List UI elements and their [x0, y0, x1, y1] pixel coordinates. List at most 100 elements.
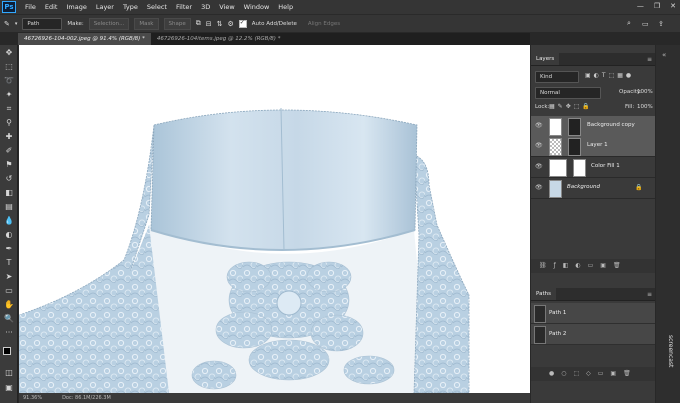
quick-select-tool-icon[interactable]: ✦ — [3, 89, 15, 100]
path-thumbnail — [534, 305, 546, 323]
pen-tool-icon[interactable]: ✎ — [4, 20, 10, 28]
filter-icons[interactable]: ▣◐T⬚▦● — [585, 72, 634, 79]
layer-thumbnail — [549, 180, 562, 198]
window-controls: — ❐ ✕ — [637, 2, 676, 10]
screen-mode-icon[interactable]: ▣ — [3, 382, 15, 393]
opacity-value[interactable]: 100% — [637, 89, 653, 95]
layers-panel-header: Layers ≡ — [531, 53, 655, 66]
menu-file[interactable]: File — [25, 3, 36, 11]
close-icon[interactable]: ✕ — [670, 2, 676, 10]
layer-filter-select[interactable]: Kind — [535, 71, 579, 83]
path-row[interactable]: Path 1 — [531, 303, 655, 324]
panel-menu-icon[interactable]: ≡ — [647, 56, 652, 63]
hand-tool-icon[interactable]: ✋ — [3, 299, 15, 310]
menu-type[interactable]: Type — [123, 3, 138, 11]
menu-layer[interactable]: Layer — [96, 3, 114, 11]
tab-layers[interactable]: Layers — [531, 53, 560, 65]
menu-image[interactable]: Image — [66, 3, 86, 11]
fill-value[interactable]: 100% — [637, 104, 653, 110]
document-size: Doc: 86.1M/226.3M — [62, 395, 111, 401]
brush-tool-icon[interactable]: ✐ — [3, 145, 15, 156]
move-tool-icon[interactable]: ✥ — [3, 47, 15, 58]
share-icon[interactable]: ⇪ — [658, 20, 664, 28]
fill-label: Fill: — [625, 104, 635, 110]
zoom-level[interactable]: 91.36% — [23, 395, 42, 401]
menu-select[interactable]: Select — [147, 3, 167, 11]
more-tools-icon[interactable]: ··· — [3, 327, 15, 338]
layer-row[interactable]: 👁 Background 🔒 — [531, 178, 655, 199]
layers-footer[interactable]: ⛓ƒ◧◐▭▣🗑 — [531, 259, 655, 273]
watermark-logo: screencast — [667, 335, 674, 368]
eraser-tool-icon[interactable]: ◧ — [3, 187, 15, 198]
path-selection-tool-icon[interactable]: ➤ — [3, 271, 15, 282]
tab-document-2[interactable]: 46726926-104items.jpeg @ 12.2% (RGB/8) * — [151, 33, 287, 45]
tools-panel: ✥ ⬚ ➰ ✦ ⌗ ⚲ ✚ ✐ ⚑ ↺ ◧ ▤ 💧 ◐ ✒ T ➤ ▭ ✋ 🔍 … — [0, 45, 18, 403]
menu-view[interactable]: View — [219, 3, 234, 11]
make-mask-button[interactable]: Mask — [134, 17, 159, 30]
menu-edit[interactable]: Edit — [45, 3, 58, 11]
zoom-tool-icon[interactable]: 🔍 — [3, 313, 15, 324]
restore-icon[interactable]: ❐ — [654, 2, 660, 10]
chevron-down-icon[interactable]: ▾ — [15, 21, 18, 27]
menu-help[interactable]: Help — [278, 3, 293, 11]
eyedropper-tool-icon[interactable]: ⚲ — [3, 117, 15, 128]
history-brush-tool-icon[interactable]: ↺ — [3, 173, 15, 184]
clone-stamp-tool-icon[interactable]: ⚑ — [3, 159, 15, 170]
eye-icon[interactable]: 👁 — [535, 142, 543, 149]
foreground-color-swatch[interactable] — [3, 347, 11, 355]
marquee-tool-icon[interactable]: ⬚ — [3, 61, 15, 72]
healing-brush-tool-icon[interactable]: ✚ — [3, 131, 15, 142]
eye-icon[interactable]: 👁 — [535, 163, 543, 170]
paths-footer[interactable]: ●○⬚◇▭▣🗑 — [531, 367, 655, 381]
crop-tool-icon[interactable]: ⌗ — [3, 103, 15, 114]
layer-name: Background — [567, 184, 600, 190]
path-operations-icon[interactable]: ⧉ — [196, 19, 201, 28]
rectangle-tool-icon[interactable]: ▭ — [3, 285, 15, 296]
tab-document-1[interactable]: 46726926-104-002.jpeg @ 91.4% (RGB/8) * — [18, 33, 151, 45]
layer-row[interactable]: 👁 Color Fill 1 — [531, 157, 655, 178]
lasso-tool-icon[interactable]: ➰ — [3, 75, 15, 86]
eye-icon[interactable]: 👁 — [535, 184, 543, 191]
workspace-icon[interactable]: ▭ — [642, 20, 649, 28]
path-name: Path 1 — [549, 310, 567, 316]
lock-icons[interactable]: ▦✎✥⬚🔒 — [549, 103, 593, 110]
collapse-icon[interactable]: « — [662, 51, 666, 59]
make-selection-button[interactable]: Selection... — [88, 17, 130, 30]
blend-mode: Normal — [535, 87, 601, 99]
layer-mask-thumbnail — [568, 118, 581, 136]
layer-name: Layer 1 — [587, 142, 608, 148]
eye-icon[interactable]: 👁 — [535, 122, 543, 129]
auto-add-delete-checkbox[interactable] — [238, 19, 247, 28]
layer-thumbnail — [549, 118, 562, 136]
panel-menu-icon[interactable]: ≡ — [647, 291, 652, 298]
blur-tool-icon[interactable]: 💧 — [3, 215, 15, 226]
align-edges-option[interactable]: Align Edges — [308, 21, 340, 27]
layer-row[interactable]: 👁 Layer 1 — [531, 136, 655, 157]
path-row[interactable]: Path 2 — [531, 324, 655, 345]
menu-3d[interactable]: 3D — [201, 3, 210, 11]
type-tool-icon[interactable]: T — [3, 257, 15, 268]
blend-mode-select[interactable]: Normal — [535, 87, 601, 99]
pen-tool-icon[interactable]: ✒ — [3, 243, 15, 254]
dodge-tool-icon[interactable]: ◐ — [3, 229, 15, 240]
minimize-icon[interactable]: — — [637, 2, 644, 10]
path-alignment-icon[interactable]: ⊟ — [206, 20, 212, 28]
status-bar: 91.36% Doc: 86.1M/226.3M — [19, 393, 530, 403]
layer-mask-thumbnail — [568, 138, 581, 156]
menu-filter[interactable]: Filter — [176, 3, 192, 11]
quick-mask-icon[interactable]: ◫ — [3, 367, 15, 378]
options-bar: ✎ ▾ Path Make: Selection... Mask Shape ⧉… — [0, 14, 680, 32]
tab-paths[interactable]: Paths — [531, 288, 556, 300]
path-arrangement-icon[interactable]: ⇅ — [217, 20, 223, 28]
layer-row[interactable]: 👁 Background copy — [531, 116, 655, 137]
document-canvas[interactable] — [19, 45, 530, 393]
auto-add-delete-label: Auto Add/Delete — [251, 20, 297, 27]
search-icon[interactable]: ⌕ — [627, 19, 631, 28]
lock-icon: 🔒 — [635, 184, 643, 191]
tool-mode-select[interactable]: Path — [22, 17, 63, 30]
lock-label: Lock: — [535, 104, 550, 110]
menu-window[interactable]: Window — [244, 3, 270, 11]
make-shape-button[interactable]: Shape — [163, 17, 191, 30]
gear-icon[interactable]: ⚙ — [227, 20, 233, 28]
gradient-tool-icon[interactable]: ▤ — [3, 201, 15, 212]
